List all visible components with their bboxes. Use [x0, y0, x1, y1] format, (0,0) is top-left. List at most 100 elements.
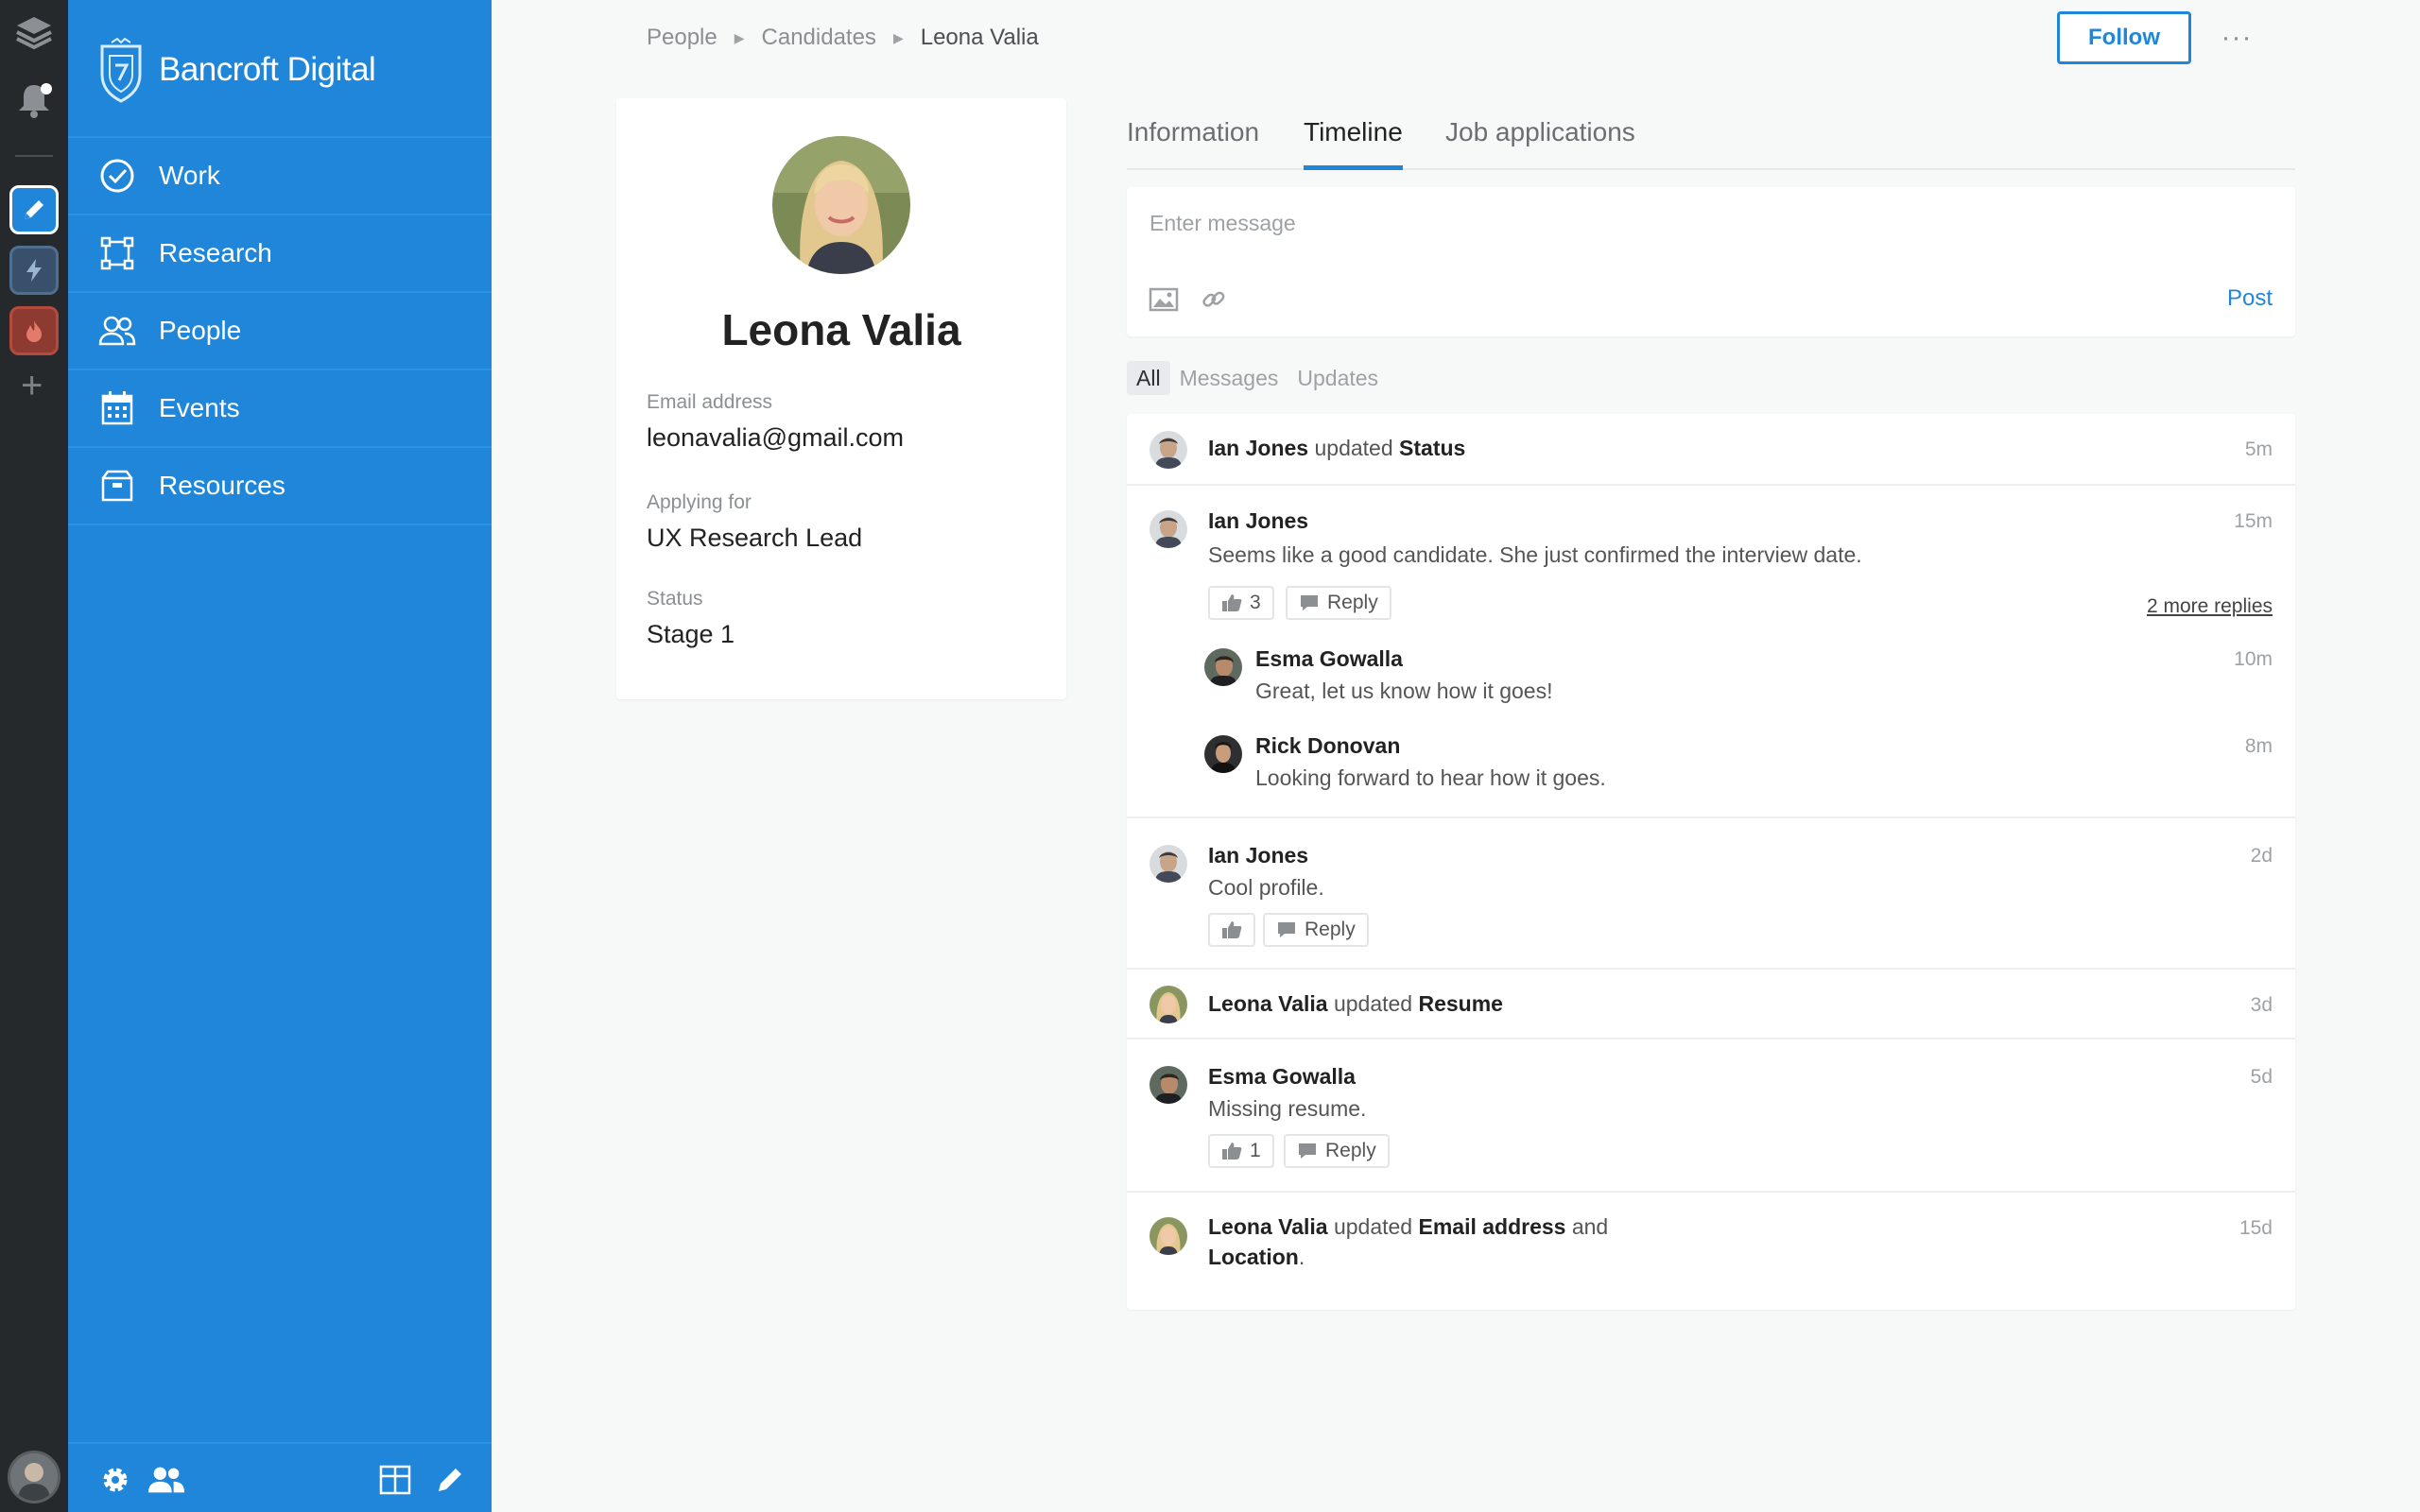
- sidebar-item-research[interactable]: Research: [68, 215, 492, 293]
- activity-verb: updated: [1314, 436, 1393, 460]
- reply-author-name[interactable]: Esma Gowalla: [1255, 646, 1403, 672]
- link-icon[interactable]: [1198, 284, 1230, 316]
- applying-field: Applying for UX Research Lead: [647, 491, 862, 553]
- avatar: [1150, 1217, 1187, 1255]
- timestamp: 15m: [2234, 510, 2273, 532]
- sidebar-footer: [68, 1442, 492, 1512]
- sidebar-item-people[interactable]: People: [68, 293, 492, 370]
- reply-text: Looking forward to hear how it goes.: [1255, 765, 1606, 790]
- pencil-icon[interactable]: [431, 1461, 469, 1499]
- like-button[interactable]: 1: [1208, 1134, 1274, 1168]
- more-replies-link[interactable]: 2 more replies: [2147, 595, 2273, 618]
- grid-icon[interactable]: [376, 1461, 414, 1499]
- tab-information[interactable]: Information: [1127, 117, 1259, 170]
- actor-name[interactable]: Leona Valia: [1208, 1214, 1328, 1239]
- reply-button[interactable]: Reply: [1286, 586, 1392, 620]
- rail-divider: [15, 155, 53, 157]
- tab-job-applications[interactable]: Job applications: [1445, 117, 1635, 170]
- comment-icon: [1297, 1141, 1318, 1161]
- thumbs-up-icon: [1221, 1141, 1242, 1161]
- tab-timeline[interactable]: Timeline: [1304, 117, 1403, 170]
- email-label: Email address: [647, 391, 773, 413]
- add-app-icon[interactable]: +: [21, 367, 43, 404]
- post-button[interactable]: Post: [2227, 285, 2273, 312]
- follow-button[interactable]: Follow: [2057, 11, 2191, 64]
- like-count: 1: [1250, 1140, 1261, 1161]
- author-name[interactable]: Ian Jones: [1208, 508, 1308, 534]
- more-options-icon[interactable]: ···: [2220, 21, 2254, 55]
- calendar-icon: [98, 389, 136, 427]
- timestamp: 5m: [2244, 438, 2273, 460]
- thumbs-up-icon: [1221, 593, 1242, 613]
- sidebar-item-events[interactable]: Events: [68, 370, 492, 448]
- reply-button[interactable]: Reply: [1263, 913, 1369, 947]
- reply-label: Reply: [1325, 1140, 1376, 1161]
- filter-all[interactable]: All: [1127, 361, 1170, 395]
- applying-label: Applying for: [647, 491, 752, 513]
- timeline-feed: Ian Jones updated Status 5m Ian Jones Se…: [1127, 414, 2295, 1310]
- list-item: Esma Gowalla Missing resume. 5d 1 Reply: [1127, 1040, 2295, 1193]
- avatar: [1150, 431, 1187, 469]
- image-icon[interactable]: [1148, 284, 1180, 316]
- activity-verb: updated: [1333, 991, 1413, 1016]
- message-composer: Post: [1127, 187, 2295, 336]
- team-icon[interactable]: [147, 1461, 185, 1499]
- reply-button[interactable]: Reply: [1284, 1134, 1390, 1168]
- timestamp: 15d: [2238, 1217, 2273, 1239]
- bolt-app-icon[interactable]: [9, 246, 59, 295]
- like-button[interactable]: [1208, 913, 1255, 947]
- filter-messages[interactable]: Messages: [1170, 361, 1288, 395]
- timestamp: 8m: [2244, 735, 2273, 757]
- avatar: [1150, 510, 1187, 548]
- sidebar-item-work[interactable]: Work: [68, 138, 492, 215]
- applying-value: UX Research Lead: [647, 524, 863, 552]
- activity-object: Status: [1399, 436, 1466, 460]
- email-value: leonavalia@gmail.com: [647, 423, 905, 452]
- list-item: Leona Valia updated Email address and Lo…: [1127, 1193, 2295, 1310]
- brand-logo-icon: [100, 37, 142, 103]
- message-input[interactable]: [1150, 204, 2265, 242]
- profile-tabs: Information Timeline Job applications: [1127, 91, 2295, 170]
- layers-icon[interactable]: [9, 9, 59, 59]
- edit-app-icon[interactable]: [9, 185, 59, 234]
- message-text: Missing resume.: [1208, 1096, 1367, 1121]
- author-name[interactable]: Esma Gowalla: [1208, 1064, 1356, 1090]
- like-button[interactable]: 3: [1208, 586, 1274, 620]
- timeline-filters: All Messages Updates: [1127, 361, 1388, 395]
- box-icon: [98, 467, 136, 505]
- timestamp: 3d: [2250, 994, 2273, 1016]
- activity-object: Resume: [1418, 991, 1503, 1016]
- gear-icon[interactable]: [96, 1461, 134, 1499]
- breadcrumb-separator-icon: ▶: [734, 29, 745, 45]
- actor-name[interactable]: Leona Valia: [1208, 991, 1328, 1016]
- breadcrumb: People ▶ Candidates ▶ Leona Valia: [647, 23, 1039, 53]
- sidebar-item-label: Research: [159, 238, 272, 267]
- brand-name: Bancroft Digital: [159, 51, 376, 88]
- author-name[interactable]: Ian Jones: [1208, 843, 1308, 868]
- breadcrumb-separator-icon: ▶: [892, 29, 904, 45]
- activity-text: Leona Valia updated Email address and Lo…: [1208, 1211, 1643, 1272]
- email-field: Email address leonavalia@gmail.com: [647, 391, 904, 453]
- reply-author-name[interactable]: Rick Donovan: [1255, 733, 1400, 759]
- actor-name[interactable]: Ian Jones: [1208, 436, 1308, 460]
- research-frame-icon: [98, 234, 136, 272]
- fire-app-icon[interactable]: [9, 306, 59, 355]
- breadcrumb-current: Leona Valia: [920, 25, 1039, 50]
- activity-text: Leona Valia updated Resume: [1208, 988, 1503, 1019]
- reply-label: Reply: [1327, 592, 1378, 613]
- comment-icon: [1276, 919, 1297, 940]
- brand[interactable]: Bancroft Digital: [96, 34, 376, 106]
- status-value: Stage 1: [647, 620, 735, 648]
- sidebar: Bancroft Digital Work Research People Ev…: [68, 0, 492, 1512]
- profile-card: Leona Valia Email address leonavalia@gma…: [616, 98, 1066, 699]
- bell-icon[interactable]: [9, 76, 59, 125]
- avatar: [1204, 648, 1242, 686]
- filter-updates[interactable]: Updates: [1288, 361, 1388, 395]
- breadcrumb-people[interactable]: People: [647, 25, 717, 51]
- timestamp: 5d: [2250, 1066, 2273, 1088]
- activity-conjunction: and: [1571, 1214, 1609, 1239]
- status-label: Status: [647, 588, 703, 610]
- user-avatar[interactable]: [8, 1451, 60, 1503]
- sidebar-item-resources[interactable]: Resources: [68, 448, 492, 525]
- breadcrumb-candidates[interactable]: Candidates: [762, 25, 876, 51]
